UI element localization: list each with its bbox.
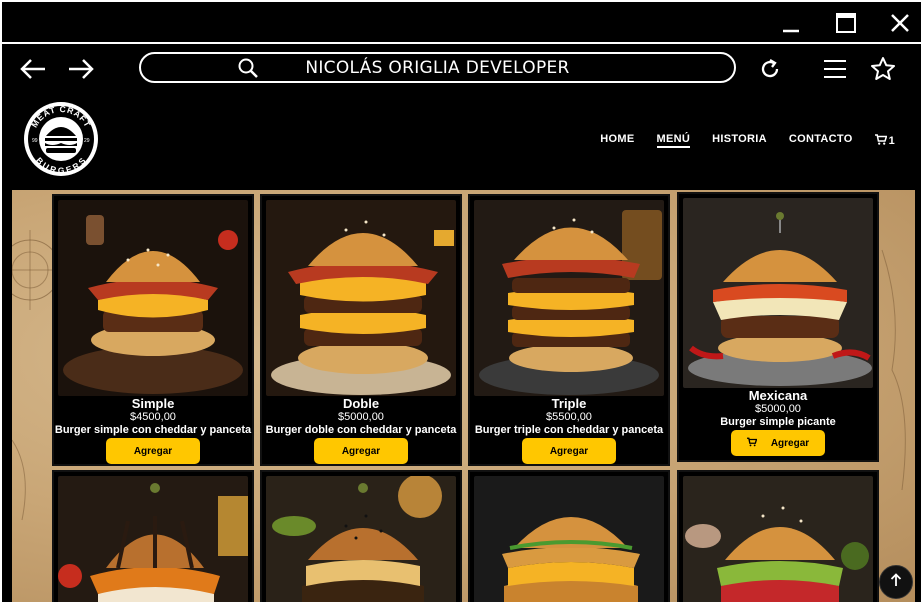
product-card: Triple $5500,00 Burger triple con chedda… bbox=[468, 194, 670, 466]
reload-icon[interactable] bbox=[753, 52, 787, 86]
arrow-left-icon[interactable] bbox=[16, 52, 50, 86]
arrow-right-icon[interactable] bbox=[64, 52, 98, 86]
cart-count: 1 bbox=[888, 134, 895, 147]
site-nav: HOME MENÚ HISTORIA CONTACTO 1 bbox=[600, 133, 895, 148]
hamburger-menu-icon[interactable] bbox=[818, 52, 852, 86]
product-card bbox=[468, 470, 670, 602]
product-name: Triple bbox=[551, 396, 587, 411]
close-icon[interactable] bbox=[882, 8, 918, 38]
nav-menu[interactable]: MENÚ bbox=[656, 133, 691, 148]
product-card: Doble $5000,00 Burger doble con cheddar … bbox=[260, 194, 462, 466]
site-logo[interactable]: MEAT CRAFT BURGERS 99 29 bbox=[22, 100, 100, 178]
star-icon[interactable] bbox=[866, 52, 900, 86]
product-card: Mexicana $5000,00 Burger simple picante … bbox=[677, 192, 879, 462]
burger-image bbox=[58, 476, 248, 602]
product-description: Burger simple picante bbox=[720, 416, 836, 428]
product-name: Mexicana bbox=[748, 388, 808, 403]
add-button-label: Agregar bbox=[341, 445, 381, 457]
product-name: Simple bbox=[131, 396, 175, 411]
add-to-cart-button[interactable]: Agregar bbox=[522, 438, 616, 464]
page-viewport: MEAT CRAFT BURGERS 99 29 HOME MENÚ HISTO… bbox=[12, 90, 915, 602]
burger-image bbox=[474, 476, 664, 602]
product-card: Simple $4500,00 Burger simple con chedda… bbox=[52, 194, 254, 466]
address-bar[interactable]: NICOLÁS ORIGLIA DEVELOPER bbox=[139, 52, 736, 83]
product-description: Burger doble con cheddar y panceta bbox=[265, 424, 457, 436]
window-titlebar bbox=[2, 2, 921, 44]
site-header: MEAT CRAFT BURGERS 99 29 HOME MENÚ HISTO… bbox=[12, 90, 915, 190]
add-button-label: Agregar bbox=[549, 445, 589, 457]
cart-icon bbox=[746, 437, 758, 450]
maximize-icon[interactable] bbox=[828, 8, 864, 38]
burger-image bbox=[474, 200, 664, 396]
burger-image bbox=[58, 200, 248, 396]
browser-toolbar: NICOLÁS ORIGLIA DEVELOPER bbox=[2, 46, 921, 90]
burger-image bbox=[683, 476, 873, 602]
product-card bbox=[52, 470, 254, 602]
product-price: $5500,00 bbox=[546, 411, 592, 423]
nav-historia[interactable]: HISTORIA bbox=[712, 133, 767, 148]
add-to-cart-button[interactable]: Agregar bbox=[731, 430, 825, 456]
burger-image bbox=[266, 200, 456, 396]
product-price: $5000,00 bbox=[338, 411, 384, 423]
nav-contacto[interactable]: CONTACTO bbox=[789, 133, 853, 148]
product-name: Doble bbox=[342, 396, 380, 411]
burger-image bbox=[266, 476, 456, 602]
add-to-cart-button[interactable]: Agregar bbox=[314, 438, 408, 464]
cart-icon bbox=[874, 133, 887, 148]
product-card bbox=[260, 470, 462, 602]
scroll-to-top-button[interactable] bbox=[879, 565, 913, 599]
arrow-up-icon bbox=[890, 572, 902, 592]
logo-right-number: 29 bbox=[84, 138, 90, 144]
url-text: NICOLÁS ORIGLIA DEVELOPER bbox=[305, 58, 570, 78]
product-price: $5000,00 bbox=[755, 403, 801, 415]
product-description: Burger triple con cheddar y panceta bbox=[474, 424, 664, 436]
product-card bbox=[677, 470, 879, 602]
browser-window: NICOLÁS ORIGLIA DEVELOPER MEAT CRAFT BUR… bbox=[0, 0, 923, 604]
burger-image bbox=[683, 198, 873, 388]
nav-cart[interactable]: 1 bbox=[874, 133, 895, 148]
add-to-cart-button[interactable]: Agregar bbox=[106, 438, 200, 464]
minimize-icon[interactable] bbox=[773, 8, 809, 38]
product-price: $4500,00 bbox=[130, 411, 176, 423]
add-button-label: Agregar bbox=[133, 445, 173, 457]
add-button-label: Agregar bbox=[770, 437, 810, 449]
logo-left-number: 99 bbox=[32, 138, 38, 144]
product-description: Burger simple con cheddar y panceta bbox=[54, 424, 252, 436]
nav-home[interactable]: HOME bbox=[600, 133, 634, 148]
